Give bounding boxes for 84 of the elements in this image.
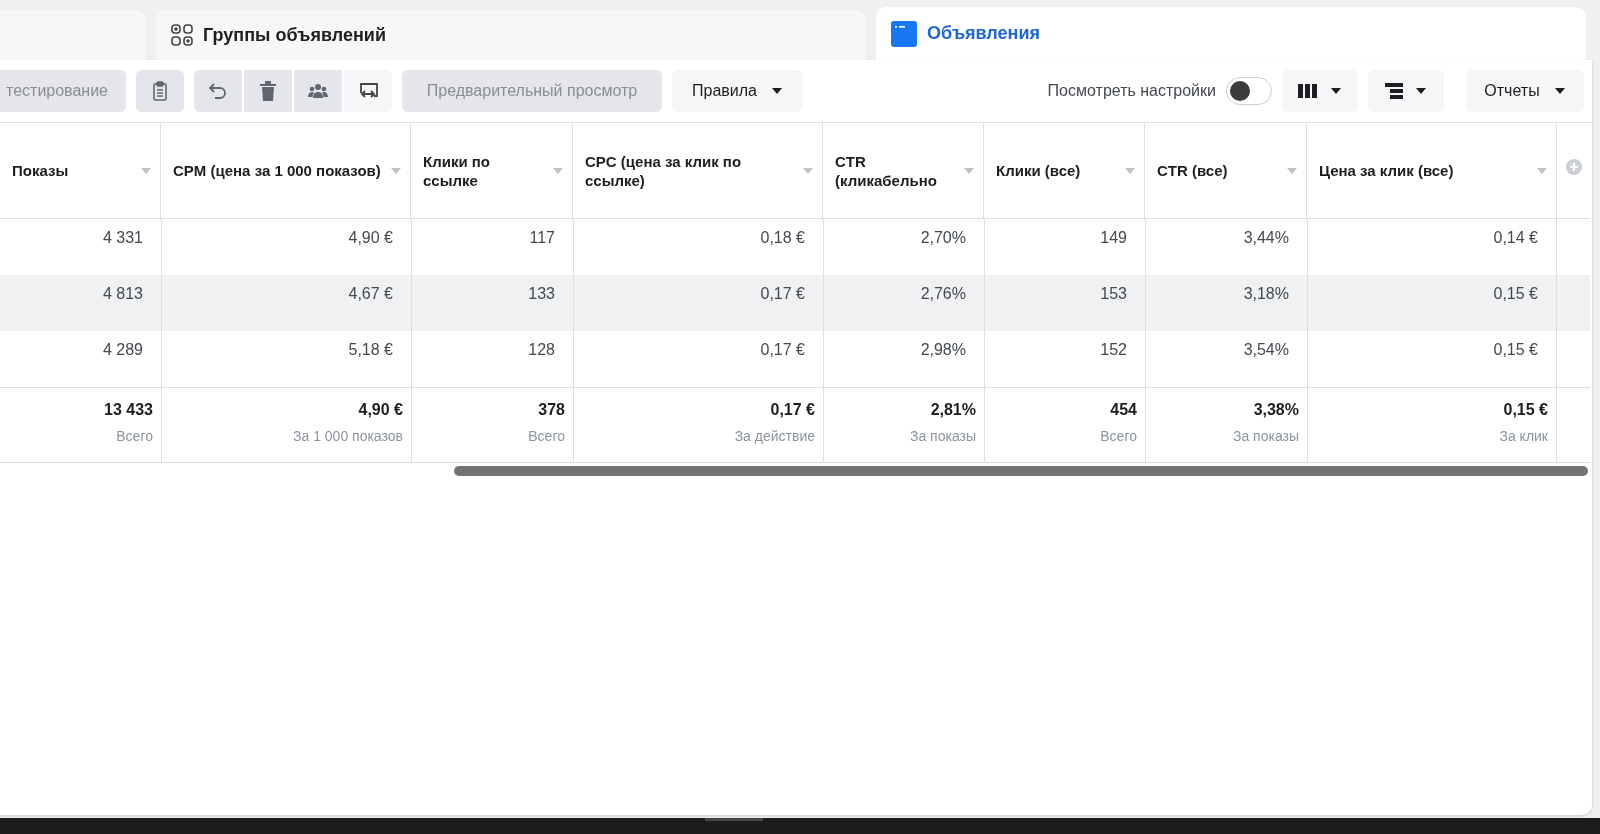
total-value: 0,17 € bbox=[770, 400, 815, 420]
total-caption: За показы bbox=[1232, 427, 1299, 446]
table-cell-text: 3,54% bbox=[1243, 340, 1289, 360]
caret-icon bbox=[802, 166, 814, 175]
table-cell-text: 2,76% bbox=[920, 284, 966, 304]
table-cell-text: 4,67 € bbox=[348, 284, 393, 304]
table-cell-text: 3,44% bbox=[1243, 228, 1289, 248]
total-value: 4,90 € bbox=[358, 400, 403, 420]
total-caption: Всего bbox=[528, 427, 565, 446]
swap-button[interactable] bbox=[344, 70, 392, 112]
table-cell-text: 0,15 € bbox=[1493, 340, 1538, 360]
caret-icon bbox=[140, 166, 152, 175]
total-value: 3,38% bbox=[1253, 400, 1299, 420]
total-caption: Всего bbox=[1100, 427, 1137, 446]
caret-icon bbox=[1553, 87, 1566, 95]
table-cell-text: 149 bbox=[1100, 228, 1127, 248]
tab[interactable]: Объявления bbox=[876, 7, 1586, 60]
table-cell-text: 4 289 bbox=[102, 340, 143, 360]
caret-icon bbox=[1330, 87, 1342, 95]
table-cell-text: 3,18% bbox=[1243, 284, 1289, 304]
column-header[interactable]: Клики (все) bbox=[996, 161, 1081, 180]
rules-dropdown[interactable]: Правила bbox=[672, 70, 803, 112]
tab-label: Группы объявлений bbox=[203, 23, 386, 47]
total-caption: За действие bbox=[734, 427, 815, 446]
caret-icon bbox=[963, 166, 975, 175]
view-settings-label: Посмотреть настройки bbox=[1047, 81, 1216, 101]
table-cell-text: 0,17 € bbox=[760, 340, 805, 360]
clipboard-icon-button[interactable] bbox=[136, 70, 184, 112]
table-cell-text: 2,98% bbox=[920, 340, 966, 360]
table-cell-text: 5,18 € bbox=[348, 340, 393, 360]
table-cell-text: 153 bbox=[1100, 284, 1127, 304]
table-cell-text: 4 331 bbox=[102, 228, 143, 248]
total-value: 13 433 bbox=[104, 400, 153, 420]
window-icon bbox=[891, 20, 917, 47]
caret-icon bbox=[390, 166, 402, 175]
people-icon bbox=[308, 82, 328, 100]
table-cell-text: 0,17 € bbox=[760, 284, 805, 304]
total-value: 378 bbox=[538, 400, 565, 420]
column-header[interactable]: CPM (цена за 1 000 показов) bbox=[173, 161, 381, 180]
view-settings-toggle[interactable] bbox=[1226, 77, 1272, 105]
caret-icon bbox=[552, 166, 564, 175]
total-value: 2,81% bbox=[930, 400, 976, 420]
table-cell-text: 0,18 € bbox=[760, 228, 805, 248]
delete-button[interactable] bbox=[244, 70, 292, 112]
total-caption: За показы bbox=[909, 427, 976, 446]
caret-icon bbox=[1415, 87, 1427, 95]
table-cell-text: 0,15 € bbox=[1493, 284, 1538, 304]
table-cell-text: 2,70% bbox=[920, 228, 966, 248]
caret-icon bbox=[1286, 166, 1298, 175]
undo-button[interactable] bbox=[194, 70, 242, 112]
table-cell-text: 133 bbox=[528, 284, 555, 304]
undo-icon bbox=[208, 82, 228, 100]
table-cell-text: 117 bbox=[529, 228, 555, 248]
caret-icon bbox=[1124, 166, 1136, 175]
reports-dropdown[interactable]: Отчеты bbox=[1466, 70, 1584, 112]
tab-label: Объявления bbox=[927, 22, 1040, 45]
columns-icon bbox=[1298, 84, 1318, 98]
column-header[interactable]: Показы bbox=[12, 161, 69, 180]
breakdown-dropdown[interactable] bbox=[1368, 70, 1444, 112]
column-header[interactable]: CTR (кликабельно bbox=[835, 151, 957, 190]
total-caption: За клик bbox=[1499, 427, 1548, 446]
trash-icon bbox=[259, 81, 277, 101]
table-cell-text: 152 bbox=[1100, 340, 1127, 360]
table-cell-text: 0,14 € bbox=[1493, 228, 1538, 248]
scrollbar[interactable] bbox=[454, 466, 1588, 476]
column-header[interactable]: CTR (все) bbox=[1157, 161, 1228, 180]
table-cell-text: 4,90 € bbox=[348, 228, 393, 248]
total-value: 0,15 € bbox=[1503, 400, 1548, 420]
total-caption: Всего bbox=[116, 427, 153, 446]
column-header[interactable]: CPC (цена за клик по ссылке) bbox=[585, 151, 796, 190]
tab[interactable]: Группы объявлений bbox=[156, 10, 866, 60]
total-value: 454 bbox=[1110, 400, 1137, 420]
columns-dropdown[interactable] bbox=[1282, 70, 1358, 112]
total-caption: За 1 000 показов bbox=[293, 427, 403, 446]
table-cell-text: 4 813 bbox=[102, 284, 143, 304]
people-button[interactable] bbox=[294, 70, 342, 112]
breakdown-icon bbox=[1385, 83, 1403, 99]
caret-icon bbox=[771, 87, 783, 95]
table-cell-text: 128 bbox=[528, 340, 555, 360]
column-header[interactable]: Клики по ссылке bbox=[423, 151, 546, 190]
column-header[interactable]: Цена за клик (все) bbox=[1319, 161, 1454, 180]
caret-icon bbox=[1536, 166, 1548, 175]
clipboard-icon bbox=[152, 81, 168, 101]
grid-icon bbox=[171, 24, 193, 46]
